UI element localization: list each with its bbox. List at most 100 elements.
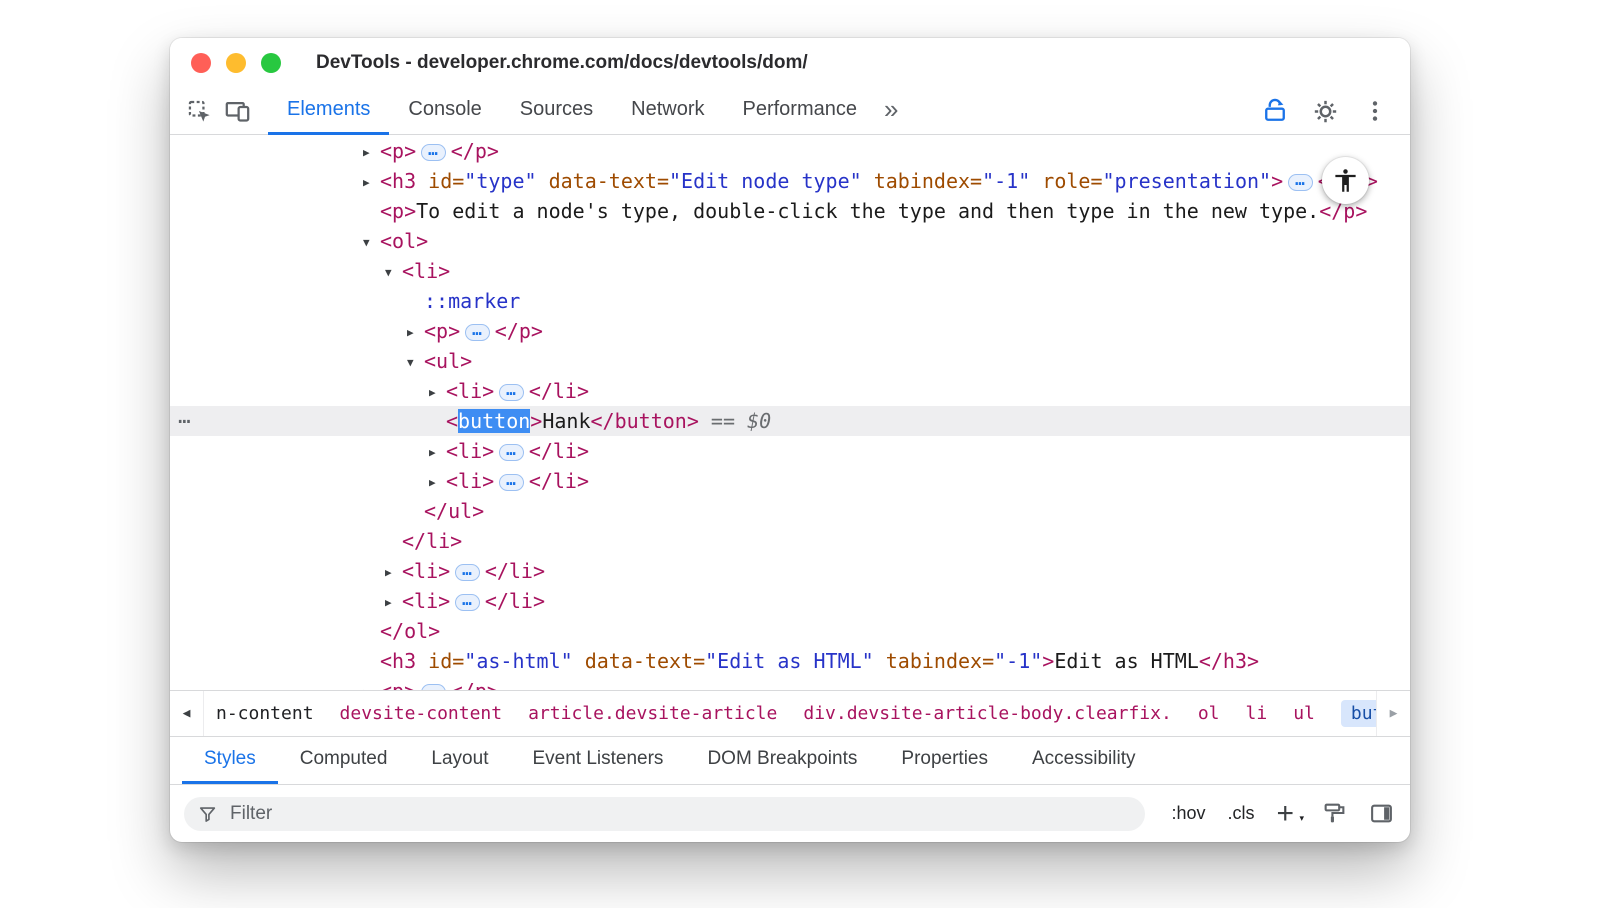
tab-elements[interactable]: Elements [268,88,389,135]
new-style-rule-button[interactable]: +▾ [1276,804,1300,824]
code-token: </li> [485,559,545,583]
dom-row[interactable]: </li> [170,526,1410,556]
tab-network[interactable]: Network [612,88,723,135]
dom-row[interactable]: ▶<h3 id="type" data-text="Edit node type… [170,166,1410,196]
device-toolbar-icon [224,98,251,125]
inspect-element-icon[interactable] [180,92,218,130]
breadcrumb-item-article-devsite-article[interactable]: article.devsite-article [528,703,777,724]
filter-input[interactable] [228,802,1131,826]
inline-ellipsis-expand-icon[interactable]: … [465,324,490,341]
breadcrumb-item-ol[interactable]: ol [1198,703,1220,724]
tab-console[interactable]: Console [389,88,500,135]
dom-row[interactable]: ▼<li> [170,256,1410,286]
twisty-collapsed-icon[interactable]: ▶ [429,438,446,468]
dom-row[interactable]: ::marker [170,286,1410,316]
dom-row[interactable]: ▶<li>…</li> [170,376,1410,406]
inline-ellipsis-expand-icon[interactable]: … [499,474,524,491]
styles-filter-bar: :hov .cls +▾ [170,785,1410,842]
code-token: button [458,409,530,433]
tab-accessibility[interactable]: Accessibility [1010,737,1157,784]
dom-row[interactable]: <h3 id="as-html" data-text="Edit as HTML… [170,646,1410,676]
dom-row[interactable]: ▶<li>…</li> [170,436,1410,466]
breadcrumb-scroll-right-icon[interactable]: ▶ [1376,691,1410,736]
breadcrumb-item-div-devsite-article-body-clearfix[interactable]: div.devsite-article-body.clearfix. [803,703,1171,724]
inline-ellipsis-expand-icon[interactable]: … [1288,174,1313,191]
code-token: <li> [402,559,450,583]
dom-row[interactable]: ▶<p>…</p> [170,316,1410,346]
twisty-expanded-icon[interactable]: ▼ [363,228,380,258]
tab-properties[interactable]: Properties [879,737,1010,784]
tab-layout[interactable]: Layout [409,737,510,784]
filter-funnel-icon [198,804,218,824]
breadcrumb-item-devsite-content[interactable]: devsite-content [340,703,503,724]
code-token: id= [416,649,464,673]
settings-gear-icon[interactable] [1306,92,1344,130]
kebab-menu-icon[interactable] [1356,92,1394,130]
dock-sidebar-icon[interactable] [1369,801,1394,826]
code-token: <p> [380,199,416,223]
tab-event-listeners[interactable]: Event Listeners [510,737,685,784]
code-token: </ol> [380,619,440,643]
code-token: <li> [446,469,494,493]
toggle-hover-state-button[interactable]: :hov [1171,803,1205,824]
dom-row[interactable]: </ol> [170,616,1410,646]
tab-dom-breakpoints[interactable]: DOM Breakpoints [685,737,879,784]
accessibility-person-icon [1332,167,1359,194]
twisty-collapsed-icon[interactable]: ▶ [385,558,402,588]
dom-row-selected[interactable]: ⋯<button>Hank</button> == $0 [170,406,1410,436]
twisty-expanded-icon[interactable]: ▼ [407,348,424,378]
twisty-collapsed-icon[interactable]: ▶ [363,168,380,198]
dom-row[interactable]: ▶<p>…</p> [170,676,1410,690]
screencast-icon[interactable] [1256,92,1294,130]
code-token: <p> [380,139,416,163]
zoom-window-button[interactable] [261,53,281,73]
code-token: data-text= [537,169,669,193]
breadcrumb-item-li[interactable]: li [1246,703,1268,724]
twisty-collapsed-icon[interactable]: ▶ [363,138,380,168]
screencast-icon [1261,97,1289,125]
twisty-collapsed-icon[interactable]: ▶ [429,378,446,408]
code-token: </li> [402,529,462,553]
twisty-collapsed-icon[interactable]: ▶ [363,678,380,690]
toggle-class-button[interactable]: .cls [1227,803,1254,824]
dom-row[interactable]: ▶<li> … </li> [170,556,1410,586]
breadcrumb-item-ul[interactable]: ul [1293,703,1315,724]
breadcrumb-item-n-content[interactable]: n-content [216,703,314,724]
rendering-emulation-icon[interactable] [1322,801,1347,826]
filter-input-wrap[interactable] [184,797,1145,831]
close-window-button[interactable] [191,53,211,73]
tab-sources[interactable]: Sources [501,88,612,135]
code-token: id= [416,169,464,193]
inline-ellipsis-expand-icon[interactable]: … [499,444,524,461]
twisty-collapsed-icon[interactable]: ▶ [429,468,446,498]
dom-row[interactable]: ▶<li>…</li> [170,466,1410,496]
inline-ellipsis-expand-icon[interactable]: … [455,564,480,581]
breadcrumb-item-button[interactable]: button [1341,700,1376,727]
minimize-window-button[interactable] [226,53,246,73]
dom-row[interactable]: <p>To edit a node's type, double-click t… [170,196,1410,226]
breadcrumb-scroll-left-icon[interactable]: ◀ [170,691,204,736]
devtools-toolbar: ElementsConsoleSourcesNetworkPerformance… [170,88,1410,135]
dom-row[interactable]: ▶<p>…</p> [170,136,1410,166]
more-tabs-icon[interactable]: » [876,94,906,125]
code-token: > [530,409,542,433]
tab-styles[interactable]: Styles [182,737,278,784]
twisty-collapsed-icon[interactable]: ▶ [385,588,402,618]
inline-ellipsis-expand-icon[interactable]: … [421,684,446,690]
code-token: Edit as HTML [1054,649,1199,673]
dom-row[interactable]: ▶<li>…</li> [170,586,1410,616]
tab-performance[interactable]: Performance [724,88,877,135]
dom-row[interactable]: </ul> [170,496,1410,526]
inline-ellipsis-expand-icon[interactable]: … [455,594,480,611]
code-token: <h3 [380,169,416,193]
row-actions-icon[interactable]: ⋯ [178,406,191,436]
twisty-expanded-icon[interactable]: ▼ [385,258,402,288]
code-token: To edit a node's type, double-click the … [416,199,1319,223]
twisty-collapsed-icon[interactable]: ▶ [407,318,424,348]
inline-ellipsis-expand-icon[interactable]: … [421,144,446,161]
dom-row[interactable]: ▼<ul> [170,346,1410,376]
inline-ellipsis-expand-icon[interactable]: … [499,384,524,401]
tab-computed[interactable]: Computed [278,737,410,784]
dom-row[interactable]: ▼<ol> [170,226,1410,256]
device-toolbar-icon[interactable] [218,92,256,130]
